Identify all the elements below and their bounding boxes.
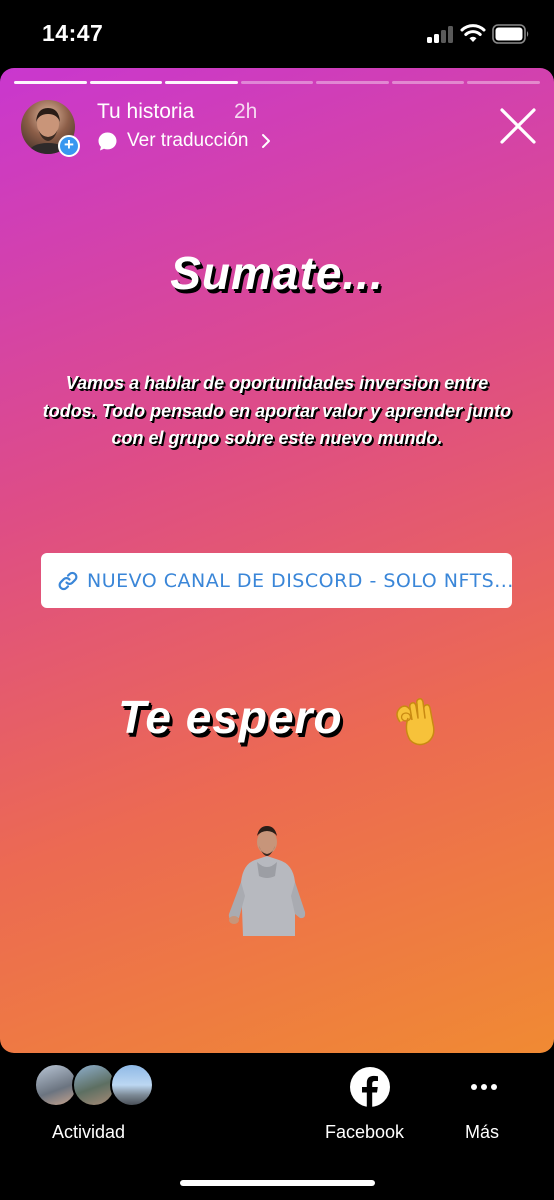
viewer-avatar <box>110 1063 154 1107</box>
see-translation-label: Ver traducción <box>127 130 249 151</box>
facebook-icon[interactable] <box>349 1066 391 1108</box>
link-sticker[interactable]: NUEVO CANAL DE DISCORD - SOLO NFTS... <box>41 553 514 608</box>
progress-segment <box>467 81 541 84</box>
chevron-right-icon <box>262 134 271 148</box>
progress-segment <box>316 81 389 84</box>
progress-segment <box>165 81 238 84</box>
story-timestamp: 2h <box>234 100 258 123</box>
close-icon[interactable] <box>499 107 537 145</box>
story-progress-bar <box>14 81 541 84</box>
battery-icon <box>492 24 529 44</box>
more-dots-icon[interactable] <box>469 1075 499 1099</box>
progress-segment <box>89 81 163 84</box>
cellular-signal-icon <box>427 25 455 43</box>
progress-segment <box>14 81 87 84</box>
story-username[interactable]: Tu historia <box>97 100 194 124</box>
person-gif-sticker[interactable] <box>225 816 309 936</box>
story-headline: Sumate... <box>170 247 384 299</box>
bottom-bar: Actividad Facebook Más <box>0 1053 554 1200</box>
link-sticker-label: NUEVO CANAL DE DISCORD - SOLO NFTS... <box>87 569 514 592</box>
home-indicator[interactable] <box>180 1180 375 1186</box>
wifi-icon <box>460 24 486 42</box>
status-time: 14:47 <box>42 20 104 46</box>
story-closing-text: Te espero <box>118 691 343 743</box>
facebook-label[interactable]: Facebook <box>325 1122 404 1143</box>
progress-segment <box>391 81 465 84</box>
progress-segment <box>240 81 314 84</box>
ok-hand-emoji-icon <box>396 698 435 746</box>
story-body-text: Vamos a hablar de oportunidades inversio… <box>42 373 512 448</box>
activity-label[interactable]: Actividad <box>52 1122 125 1143</box>
translate-bubble-icon <box>98 132 117 150</box>
more-label[interactable]: Más <box>465 1122 499 1143</box>
see-translation-button[interactable]: Ver traducción <box>97 129 271 153</box>
link-icon <box>58 571 78 590</box>
activity-button[interactable] <box>34 1063 159 1111</box>
status-bar: 14:47 <box>0 0 554 68</box>
story-viewer[interactable]: + Tu historia 2h Ver traducción Sumate..… <box>0 68 554 1053</box>
add-story-badge[interactable]: + <box>58 135 80 157</box>
